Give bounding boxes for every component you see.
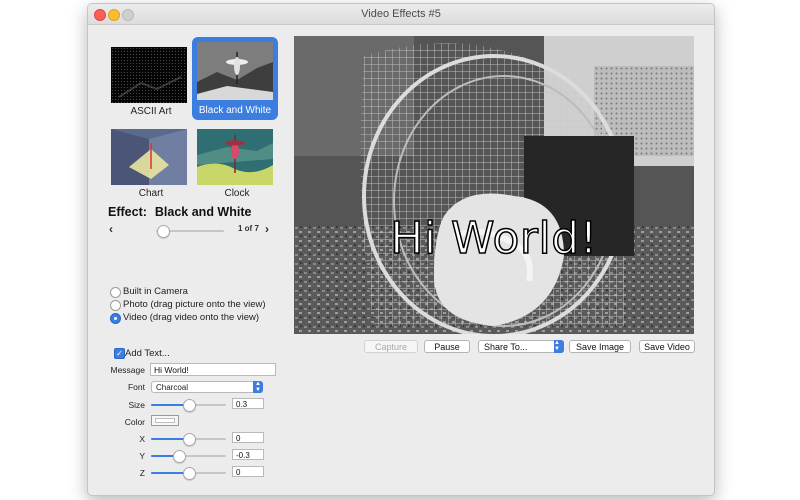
effect-page-count: 1 of 7 — [238, 224, 259, 233]
message-field[interactable]: Hi World! — [150, 363, 276, 376]
z-label: Z — [139, 468, 145, 478]
font-label: Font — [127, 382, 145, 392]
effect-heading: Effect: Black and White — [108, 205, 251, 219]
overlay-text: Hi World! — [389, 212, 598, 265]
radio-label: Video (drag video onto the view) — [123, 312, 260, 323]
effect-slider[interactable] — [156, 224, 224, 238]
x-field[interactable]: 0 — [232, 432, 264, 443]
effect-thumb-clock[interactable]: Clock — [194, 126, 280, 209]
slider-knob[interactable] — [182, 399, 196, 412]
message-label: Message — [110, 365, 146, 375]
black-and-white-thumbnail — [197, 42, 273, 100]
window-title: Video Effects #5 — [361, 8, 441, 20]
app-window: Video Effects #5 ASCII Art Black and Whi… — [87, 3, 715, 496]
video-preview[interactable]: Hi World! — [294, 36, 694, 334]
effect-label: Chart — [138, 188, 164, 199]
x-label: X — [139, 434, 145, 444]
slider-knob[interactable] — [182, 467, 196, 480]
radio-label: Built in Camera — [123, 286, 188, 297]
effect-thumb-ascii-art[interactable]: ASCII Art — [108, 44, 194, 127]
size-slider[interactable] — [151, 398, 226, 412]
text-color-well[interactable] — [151, 415, 179, 426]
color-label: Color — [124, 417, 145, 427]
chevron-updown-icon: ▲ ▼ — [253, 381, 263, 393]
effect-label: Effect: — [108, 205, 147, 219]
font-popup[interactable]: Charcoal ▲ ▼ — [151, 381, 263, 393]
size-label: Size — [128, 400, 145, 410]
z-field[interactable]: 0 — [232, 466, 264, 477]
radio-button[interactable] — [110, 300, 121, 311]
save-image-button[interactable]: Save Image — [569, 340, 631, 353]
effect-thumb-black-and-white[interactable]: Black and White — [192, 37, 278, 120]
share-label: Share To... — [484, 342, 528, 352]
radio-label: Photo (drag picture onto the view) — [123, 299, 266, 310]
next-effect-icon[interactable]: › — [265, 222, 269, 236]
font-value: Charcoal — [156, 383, 189, 392]
y-slider[interactable] — [151, 449, 226, 463]
slider-knob[interactable] — [182, 433, 196, 446]
effect-label: ASCII Art — [130, 106, 172, 117]
pause-button[interactable]: Pause — [424, 340, 470, 353]
x-slider[interactable] — [151, 432, 226, 446]
slider-knob[interactable] — [156, 225, 170, 238]
size-field[interactable]: 0.3 — [232, 398, 264, 409]
effect-label: Clock — [224, 188, 250, 199]
slider-knob[interactable] — [172, 450, 186, 463]
z-slider[interactable] — [151, 466, 226, 480]
previous-effect-icon[interactable]: ‹ — [109, 222, 113, 236]
effect-value: Black and White — [154, 205, 252, 219]
radio-button[interactable] — [110, 287, 121, 298]
video-frame-image — [294, 36, 694, 334]
save-video-button[interactable]: Save Video — [639, 340, 695, 353]
radio-button[interactable] — [110, 313, 121, 324]
effect-thumb-chart[interactable]: Chart — [108, 126, 194, 209]
chevron-updown-icon: ▲ ▼ — [554, 340, 564, 353]
clock-thumbnail — [197, 129, 273, 185]
capture-button[interactable]: Capture — [364, 340, 418, 353]
y-field[interactable]: -0.3 — [232, 449, 264, 460]
share-popup-button[interactable]: Share To... ▲ ▼ — [478, 340, 564, 353]
add-text-checkbox[interactable]: ✓ — [114, 348, 125, 359]
effect-label: Black and White — [198, 105, 272, 116]
add-text-label: Add Text... — [125, 348, 170, 359]
ascii-art-thumbnail — [111, 47, 187, 103]
chart-thumbnail — [111, 129, 187, 185]
y-label: Y — [139, 451, 145, 461]
title-bar: Video Effects #5 — [88, 4, 714, 25]
